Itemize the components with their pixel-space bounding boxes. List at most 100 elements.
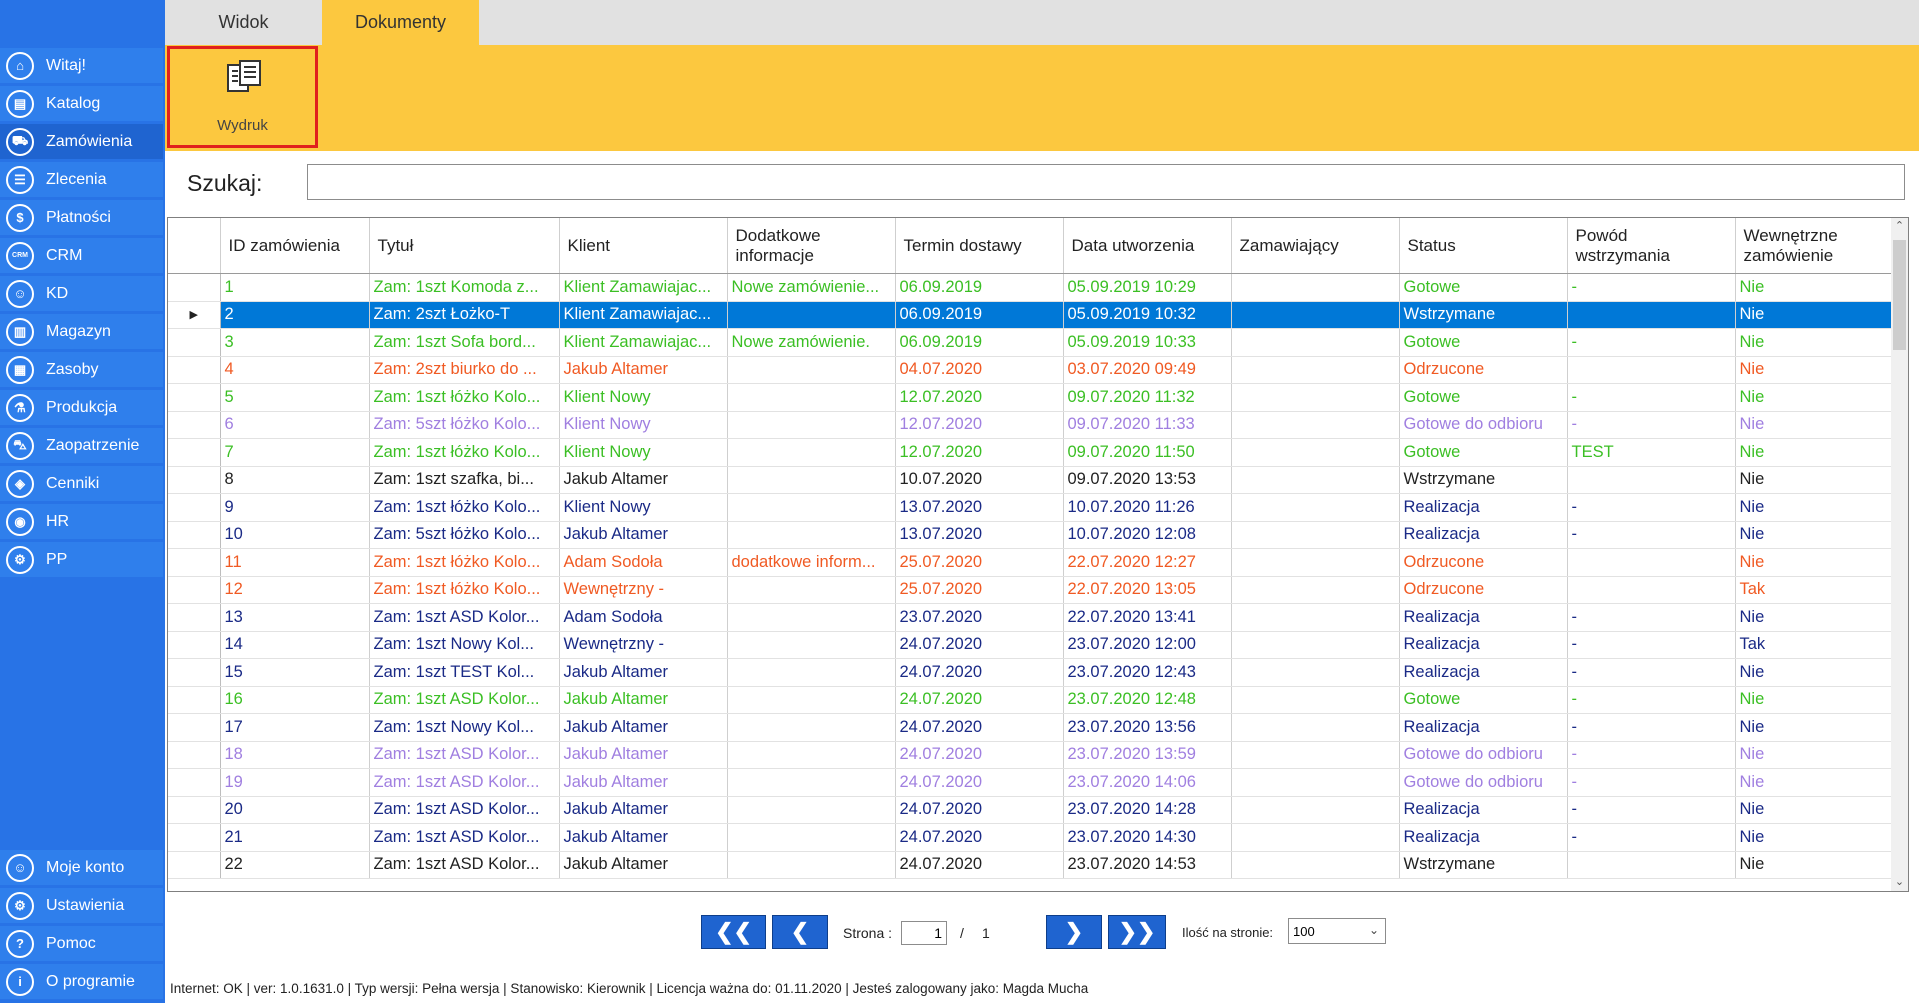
sidebar-item-o-programie[interactable]: i O programie xyxy=(0,964,163,999)
sidebar-item-zasoby[interactable]: ▦ Zasoby xyxy=(0,352,163,387)
sidebar-header xyxy=(0,0,165,45)
table-row[interactable]: 17 Zam: 1szt Nowy Kol... Jakub Altamer 24.0… xyxy=(168,713,1895,742)
table-row[interactable]: 4 Zam: 2szt biurko do ... Jakub Altamer 04.… xyxy=(168,356,1895,384)
sidebar-item-witaj[interactable]: ⌂ Witaj! xyxy=(0,48,163,83)
table-row[interactable]: 9 Zam: 1szt łóżko Kolo... Klient Nowy 13.07… xyxy=(168,493,1895,522)
row-selector[interactable] xyxy=(168,438,221,467)
table-row[interactable]: 8 Zam: 1szt szafka, bi... Jakub Altamer 10.… xyxy=(168,466,1895,494)
sidebar-item-kd[interactable]: ☺ KD xyxy=(0,276,163,311)
column-header-reason[interactable]: Powód wstrzymania xyxy=(1567,218,1736,274)
sidebar-item-platnosci[interactable]: $ Płatności xyxy=(0,200,163,235)
row-selector[interactable] xyxy=(168,823,221,852)
table-row[interactable]: 15 Zam: 1szt TEST Kol... Jakub Altamer 24.0… xyxy=(168,658,1895,687)
row-selector[interactable]: ▶ xyxy=(168,301,221,329)
table-row[interactable]: 12 Zam: 1szt łóżko Kolo... Wewnętrzny - 25.… xyxy=(168,576,1895,604)
cell-title: Zam: 1szt Nowy Kol... xyxy=(369,713,560,742)
table-row[interactable]: 3 Zam: 1szt Sofa bord... Klient Zamawiajac… xyxy=(168,328,1895,357)
sidebar-item-zamowienia[interactable]: ⛟ Zamówienia xyxy=(0,124,163,159)
person-icon: ☺ xyxy=(6,279,34,308)
scroll-down-icon[interactable]: ⌄ xyxy=(1891,874,1908,891)
column-header-orderer[interactable]: Zamawiający xyxy=(1231,218,1400,274)
sidebar-item-moje-konto[interactable]: ☺ Moje konto xyxy=(0,850,163,885)
sidebar-item-magazyn[interactable]: ▥ Magazyn xyxy=(0,314,163,349)
row-selector[interactable] xyxy=(168,576,221,604)
column-header-created[interactable]: Data utworzenia xyxy=(1063,218,1232,274)
scrollbar-thumb[interactable] xyxy=(1893,240,1906,350)
column-header-status[interactable]: Status xyxy=(1399,218,1568,274)
sidebar-item-crm[interactable]: CRM CRM xyxy=(0,238,163,273)
next-page-button[interactable]: ❯ xyxy=(1046,915,1102,949)
row-selector[interactable] xyxy=(168,603,221,632)
row-selector[interactable] xyxy=(168,521,221,549)
row-selector[interactable] xyxy=(168,686,221,714)
sidebar-item-cenniki[interactable]: ◈ Cenniki xyxy=(0,466,163,501)
cell-reason: - xyxy=(1567,713,1736,742)
table-row[interactable]: 10 Zam: 5szt łóżko Kolo... Jakub Altamer 13… xyxy=(168,521,1895,549)
row-selector[interactable] xyxy=(168,548,221,577)
first-page-button[interactable]: ❮❮ xyxy=(701,915,766,949)
prev-page-button[interactable]: ❮ xyxy=(772,915,828,949)
column-header-internal[interactable]: Wewnętrzne zamówienie xyxy=(1735,218,1895,274)
page-number-input[interactable] xyxy=(901,921,947,945)
table-row[interactable]: 20 Zam: 1szt ASD Kolor... Jakub Altamer 24.… xyxy=(168,796,1895,824)
cell-created: 23.07.2020 14:06 xyxy=(1063,768,1232,797)
table-row[interactable]: 13 Zam: 1szt ASD Kolor... Adam Sodoła 23.07… xyxy=(168,603,1895,632)
row-selector[interactable] xyxy=(168,356,221,384)
table-row[interactable]: 22 Zam: 1szt ASD Kolor... Jakub Altamer 24.… xyxy=(168,851,1895,879)
table-row[interactable]: 6 Zam: 5szt łóżko Kolo... Klient Nowy 12.07… xyxy=(168,411,1895,439)
row-selector[interactable] xyxy=(168,658,221,687)
cell-title: Zam: 1szt ASD Kolor... xyxy=(369,603,560,632)
cell-info xyxy=(727,768,896,797)
sidebar-item-katalog[interactable]: ▤ Katalog xyxy=(0,86,163,121)
row-selector[interactable] xyxy=(168,631,221,659)
tab-dokumenty[interactable]: Dokumenty xyxy=(322,0,479,45)
sidebar-item-produkcja[interactable]: ⚗ Produkcja xyxy=(0,390,163,425)
vertical-scrollbar[interactable]: ⌃ ⌄ xyxy=(1891,218,1908,891)
sidebar-item-pp[interactable]: ⚙ PP xyxy=(0,542,163,577)
table-row[interactable]: 21 Zam: 1szt ASD Kolor... Jakub Altamer 24.… xyxy=(168,823,1895,852)
per-page-select[interactable]: 100 ⌄ xyxy=(1288,918,1386,944)
print-button[interactable]: Wydruk xyxy=(167,46,318,148)
table-row[interactable]: 7 Zam: 1szt łóżko Kolo... Klient Nowy 12.07… xyxy=(168,438,1895,467)
cell-internal: Nie xyxy=(1735,796,1895,824)
table-row[interactable]: 11 Zam: 1szt łóżko Kolo... Adam Sodoła doda… xyxy=(168,548,1895,577)
row-selector[interactable] xyxy=(168,741,221,769)
table-row[interactable]: 16 Zam: 1szt ASD Kolor... Jakub Altamer 24.… xyxy=(168,686,1895,714)
column-header-client[interactable]: Klient xyxy=(559,218,728,274)
scroll-up-icon[interactable]: ⌃ xyxy=(1891,218,1908,235)
row-selector[interactable] xyxy=(168,851,221,879)
table-row[interactable]: 14 Zam: 1szt Nowy Kol... Wewnętrzny - 24.07… xyxy=(168,631,1895,659)
sidebar-item-zlecenia[interactable]: ☰ Zlecenia xyxy=(0,162,163,197)
table-row[interactable]: 5 Zam: 1szt łóżko Kolo... Klient Nowy 12.07… xyxy=(168,383,1895,412)
row-selector[interactable] xyxy=(168,796,221,824)
column-header-title[interactable]: Tytuł xyxy=(369,218,560,274)
row-selector[interactable] xyxy=(168,273,221,302)
last-page-button[interactable]: ❯❯ xyxy=(1108,915,1166,949)
cell-id: 16 xyxy=(220,686,370,714)
cell-title: Zam: 2szt Łożko-T xyxy=(369,301,560,329)
cell-internal: Nie xyxy=(1735,438,1895,467)
sidebar-item-zaopatrzenie[interactable]: ⛍ Zaopatrzenie xyxy=(0,428,163,463)
column-header-id[interactable]: ID zamówienia xyxy=(220,218,370,274)
tab-widok[interactable]: Widok xyxy=(165,0,322,45)
sidebar-item-ustawienia[interactable]: ⚙ Ustawienia xyxy=(0,888,163,923)
search-input[interactable] xyxy=(307,164,1905,200)
cell-status: Gotowe do odbioru xyxy=(1399,411,1568,439)
table-row[interactable]: 19 Zam: 1szt ASD Kolor... Jakub Altamer 24.… xyxy=(168,768,1895,797)
row-selector[interactable] xyxy=(168,383,221,412)
row-selector[interactable] xyxy=(168,328,221,357)
row-selector[interactable] xyxy=(168,768,221,797)
table-row[interactable]: 18 Zam: 1szt ASD Kolor... Jakub Altamer 24.… xyxy=(168,741,1895,769)
column-header-info[interactable]: Dodatkowe informacje xyxy=(727,218,896,274)
row-selector[interactable] xyxy=(168,493,221,522)
table-row[interactable]: ▶ 2 Zam: 2szt Łożko-T Klient Zamawiajac... 0… xyxy=(168,301,1895,329)
cell-created: 09.07.2020 11:33 xyxy=(1063,411,1232,439)
row-selector[interactable] xyxy=(168,411,221,439)
sidebar-item-hr[interactable]: ◉ HR xyxy=(0,504,163,539)
table-row[interactable]: 1 Zam: 1szt Komoda z... Klient Zamawiajac.… xyxy=(168,273,1895,302)
cell-reason: TEST xyxy=(1567,438,1736,467)
row-selector[interactable] xyxy=(168,466,221,494)
sidebar-item-pomoc[interactable]: ? Pomoc xyxy=(0,926,163,961)
row-selector[interactable] xyxy=(168,713,221,742)
column-header-delivery[interactable]: Termin dostawy xyxy=(895,218,1064,274)
